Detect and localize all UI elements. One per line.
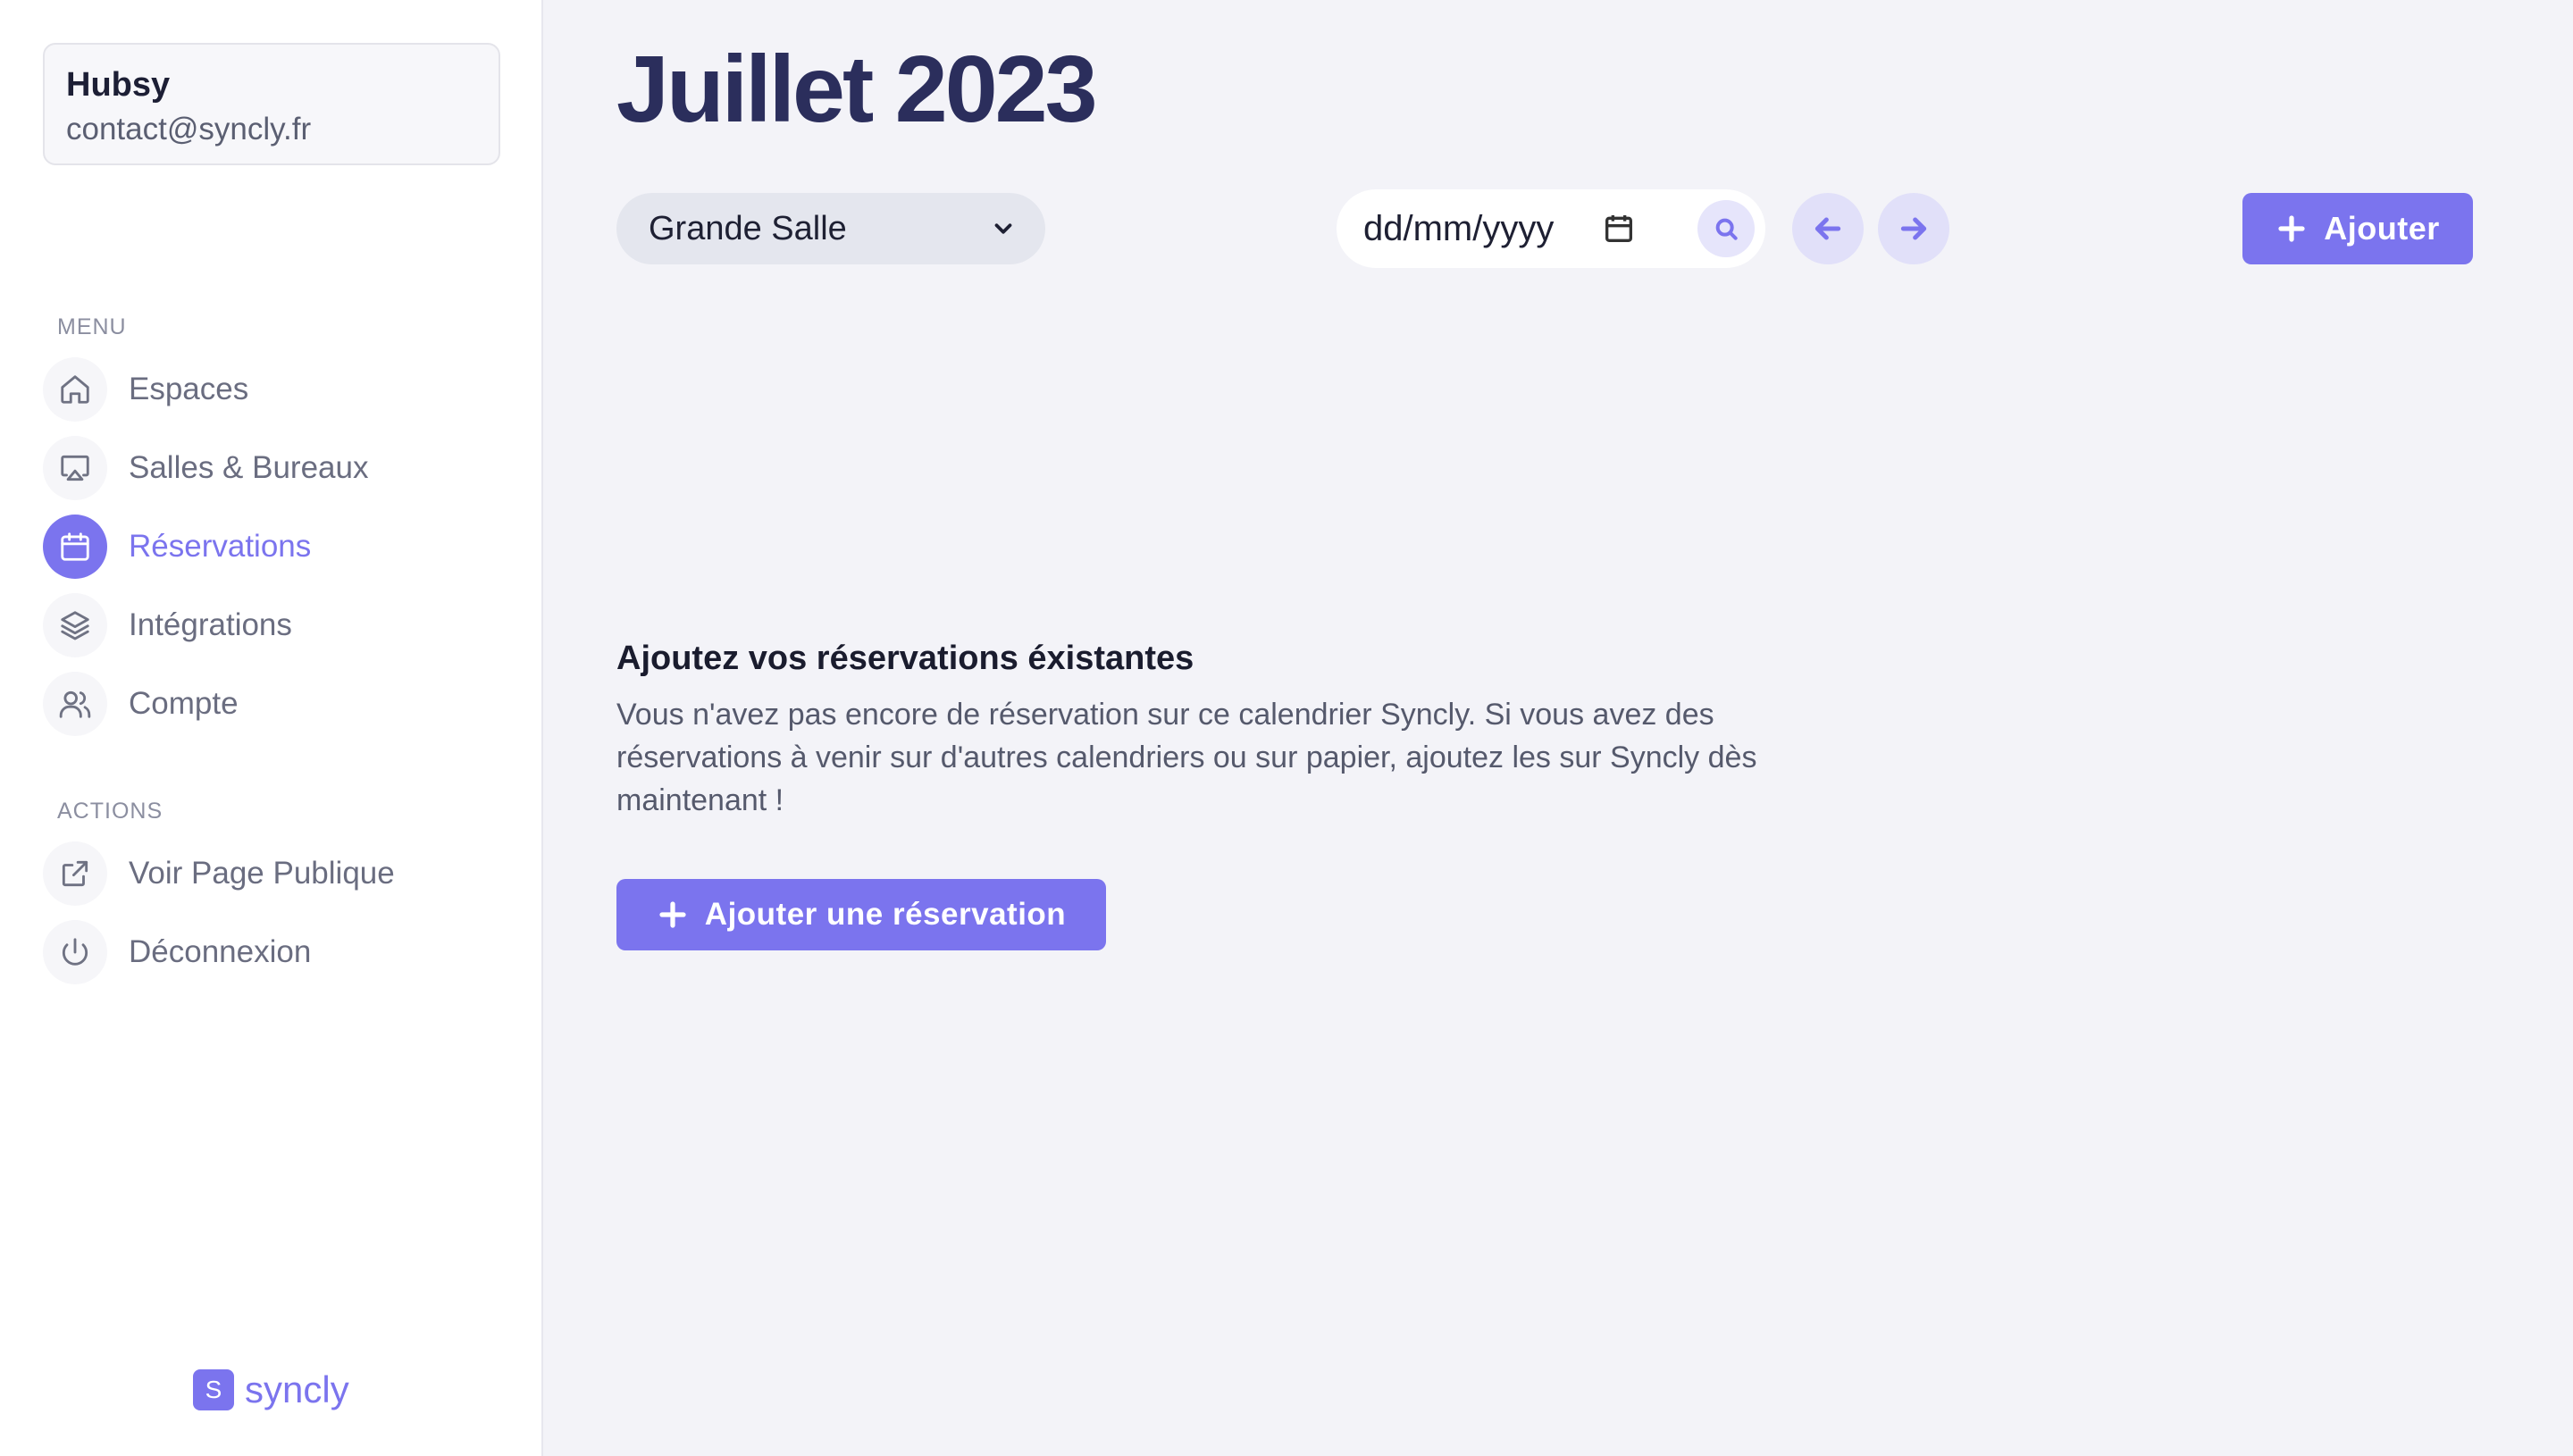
empty-state-title: Ajoutez vos réservations éxistantes bbox=[616, 640, 1194, 677]
calendar-picker-icon[interactable] bbox=[1601, 211, 1637, 247]
sidebar-item-label: Compte bbox=[129, 686, 239, 721]
page-title: Juillet 2023 bbox=[616, 37, 1098, 142]
view-public-page-link[interactable]: Voir Page Publique bbox=[43, 841, 395, 906]
account-card[interactable]: Hubsy contact@syncly.fr bbox=[43, 43, 500, 165]
sidebar-item-label: Salles & Bureaux bbox=[129, 450, 369, 485]
logout-button[interactable]: Déconnexion bbox=[43, 920, 311, 984]
sidebar-item-label: Intégrations bbox=[129, 607, 292, 642]
search-button[interactable] bbox=[1697, 200, 1755, 257]
account-email: contact@syncly.fr bbox=[66, 112, 312, 146]
chevron-down-icon bbox=[994, 223, 1012, 234]
sidebar-item-label: Espaces bbox=[129, 372, 249, 406]
sidebar-item-reservations[interactable]: Réservations bbox=[43, 515, 311, 579]
users-icon bbox=[43, 672, 107, 736]
power-icon bbox=[43, 920, 107, 984]
sidebar-item-salles-bureaux[interactable]: Salles & Bureaux bbox=[43, 436, 368, 500]
add-button-label: Ajouter bbox=[2324, 210, 2440, 247]
monitor-icon bbox=[43, 436, 107, 500]
layers-icon bbox=[43, 593, 107, 657]
add-reservation-button[interactable]: Ajouter une réservation bbox=[616, 879, 1106, 950]
search-icon bbox=[1715, 218, 1738, 240]
add-reservation-label: Ajouter une réservation bbox=[704, 897, 1067, 932]
empty-state-text: Vous n'avez pas encore de réservation su… bbox=[616, 698, 1757, 817]
sidebar: Hubsy contact@syncly.fr MENU Espaces Sal… bbox=[0, 0, 543, 1456]
external-link-icon bbox=[43, 841, 107, 906]
previous-month-button[interactable] bbox=[1792, 193, 1864, 264]
sidebar-item-integrations[interactable]: Intégrations bbox=[43, 593, 292, 657]
calendar-icon bbox=[43, 515, 107, 579]
room-select[interactable]: Grande Salle bbox=[616, 193, 1045, 264]
sidebar-item-espaces[interactable]: Espaces bbox=[43, 357, 248, 422]
next-month-button[interactable] bbox=[1878, 193, 1949, 264]
plus-icon bbox=[659, 901, 686, 928]
sidebar-item-compte[interactable]: Compte bbox=[43, 672, 239, 736]
actions-section-label: ACTIONS bbox=[57, 799, 163, 824]
arrow-right-icon bbox=[1900, 217, 1927, 240]
date-input[interactable] bbox=[1363, 208, 1596, 249]
sidebar-item-label: Voir Page Publique bbox=[129, 856, 395, 891]
sidebar-item-label: Déconnexion bbox=[129, 934, 312, 969]
menu-section-label: MENU bbox=[57, 314, 127, 339]
plus-icon bbox=[2278, 215, 2305, 242]
account-name: Hubsy bbox=[66, 66, 171, 104]
date-picker-group bbox=[1337, 189, 1765, 268]
add-button[interactable]: Ajouter bbox=[2242, 193, 2473, 264]
arrow-left-icon bbox=[1815, 217, 1841, 240]
sidebar-item-label: Réservations bbox=[129, 529, 312, 564]
syncly-logo-icon: S bbox=[193, 1369, 234, 1410]
brand-logo: S syncly bbox=[193, 1368, 349, 1411]
brand-name: syncly bbox=[245, 1368, 349, 1410]
home-icon bbox=[43, 357, 107, 422]
room-select-value: Grande Salle bbox=[649, 209, 847, 247]
